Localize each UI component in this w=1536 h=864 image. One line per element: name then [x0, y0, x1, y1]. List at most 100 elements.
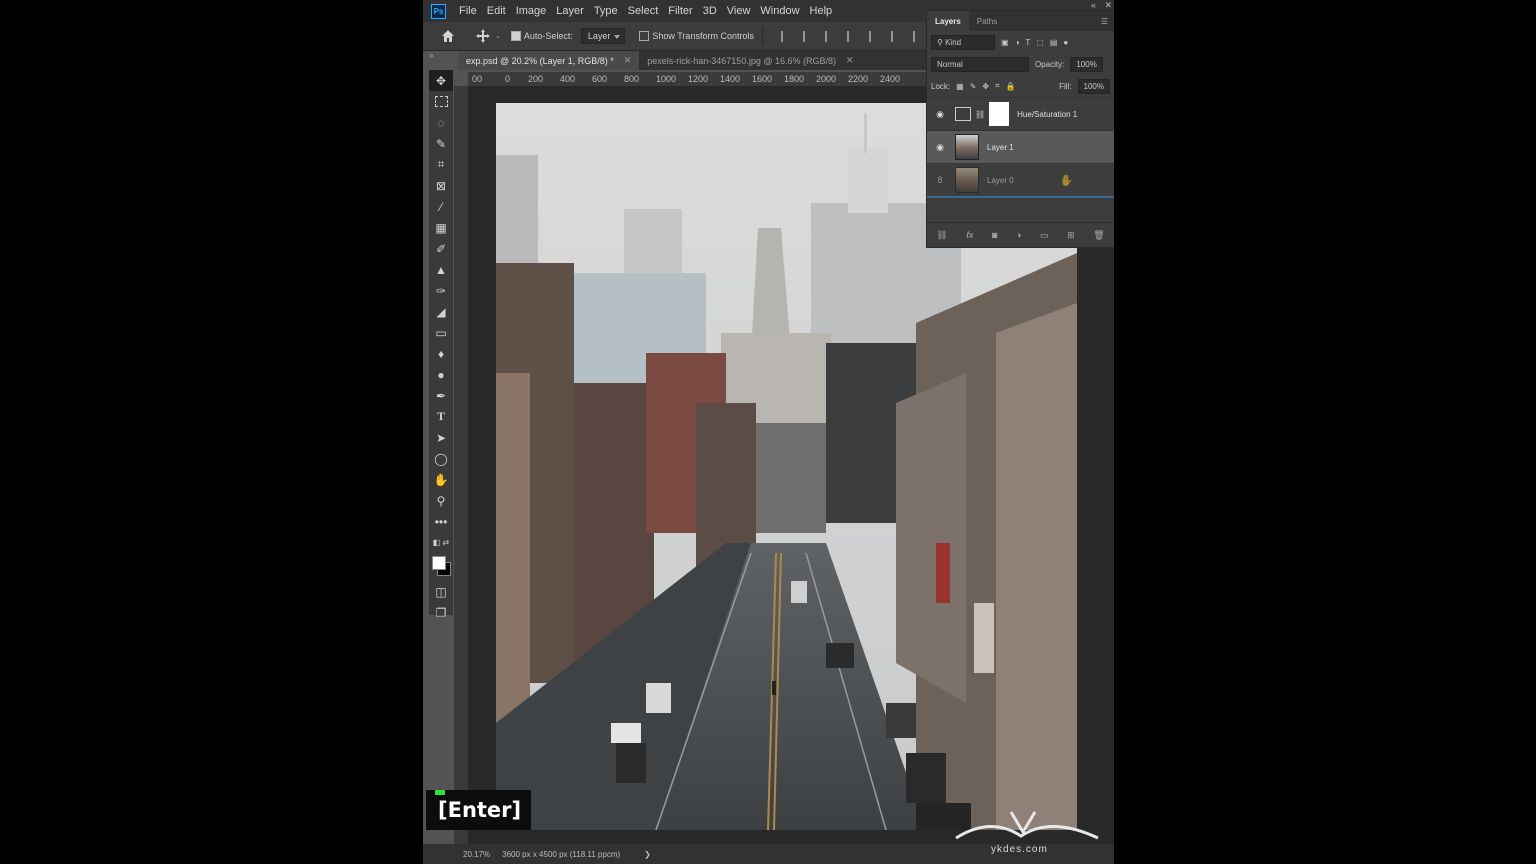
layer-row-layer-0[interactable]: 8 Layer 0 ✋	[927, 163, 1114, 198]
show-transform-controls-checkbox[interactable]	[639, 31, 650, 41]
menu-select[interactable]: Select	[623, 5, 664, 17]
close-icon[interactable]: ✕	[1105, 0, 1113, 10]
ellipse-tool-icon[interactable]: ◯	[429, 448, 453, 469]
align-center-icon[interactable]	[802, 30, 816, 42]
new-layer-icon[interactable]: ⊞	[1067, 230, 1075, 241]
hand-tool-icon[interactable]: ✋	[429, 469, 453, 490]
filter-type-icon[interactable]: T	[1025, 38, 1030, 47]
align-right-icon[interactable]	[824, 30, 838, 42]
color-swatches[interactable]	[429, 553, 453, 581]
frame-tool-icon[interactable]: ⊠	[429, 175, 453, 196]
lock-pixels-icon[interactable]: ✎	[970, 82, 977, 91]
quick-mask-icon[interactable]: ◫	[429, 581, 453, 602]
menu-window[interactable]: Window	[755, 5, 804, 17]
filter-kind-dropdown[interactable]: ⚲ Kind	[931, 34, 995, 50]
menu-type[interactable]: Type	[589, 5, 623, 17]
move-tool-icon[interactable]: ✥	[429, 70, 453, 91]
lock-transparent-icon[interactable]: ▦	[956, 82, 964, 91]
lasso-tool-icon[interactable]: ◌	[429, 112, 453, 133]
filter-toggle-icon[interactable]: ●	[1063, 38, 1068, 47]
zoom-level[interactable]: 20.17%	[463, 850, 490, 859]
tab-pexels-jpg[interactable]: pexels-rick-han-3467150.jpg @ 16.6% (RGB…	[639, 51, 861, 70]
menu-file[interactable]: File	[454, 5, 482, 17]
collapse-panel-icon[interactable]: «	[1091, 0, 1096, 10]
dodge-tool-icon[interactable]: ●	[429, 364, 453, 385]
brush-tool-icon[interactable]: ✐	[429, 238, 453, 259]
expand-toolbar-icon[interactable]: »	[429, 51, 433, 60]
lock-position-icon[interactable]: ✥	[982, 82, 989, 91]
distribute-icon[interactable]	[846, 30, 860, 42]
tab-paths[interactable]: Paths	[969, 11, 1005, 31]
lock-artboard-icon[interactable]: ⌗	[995, 81, 1000, 91]
menu-image[interactable]: Image	[511, 5, 552, 17]
blur-tool-icon[interactable]: ♦	[429, 343, 453, 364]
new-adjustment-icon[interactable]: ◑	[1016, 230, 1021, 240]
link-icon[interactable]: ⛓	[975, 110, 985, 119]
pen-tool-icon[interactable]: ✒	[429, 385, 453, 406]
eyedropper-tool-icon[interactable]: ⁄	[429, 196, 453, 217]
screen-mode-icon[interactable]: ❐	[429, 602, 453, 623]
new-group-icon[interactable]: ▭	[1040, 230, 1049, 241]
link-layers-icon[interactable]: ⛓	[936, 230, 947, 241]
visibility-eye-icon[interactable]: ◉	[933, 109, 947, 120]
menu-3d[interactable]: 3D	[698, 5, 722, 17]
home-icon[interactable]	[441, 29, 455, 43]
auto-select-target-dropdown[interactable]: Layer	[580, 28, 626, 44]
layer-row-layer-1[interactable]: ◉ Layer 1	[927, 130, 1114, 163]
filter-smart-object-icon[interactable]: ▤	[1050, 38, 1058, 47]
visibility-hidden-icon[interactable]: 8	[933, 175, 947, 185]
layer-name[interactable]: Hue/Saturation 1	[1017, 110, 1077, 119]
lock-all-icon[interactable]: 🔒	[1006, 82, 1016, 91]
menu-layer[interactable]: Layer	[551, 5, 589, 17]
menu-help[interactable]: Help	[805, 5, 838, 17]
chevron-down-icon[interactable]: ⌄	[495, 32, 501, 40]
chevron-right-icon[interactable]: ❯	[644, 850, 651, 859]
tab-layers[interactable]: Layers	[927, 11, 969, 31]
history-brush-tool-icon[interactable]: ✑	[429, 280, 453, 301]
align-top-icon[interactable]	[868, 30, 882, 42]
layer-row-hue-saturation[interactable]: ◉ ⛓ Hue/Saturation 1	[927, 97, 1114, 130]
layer-mask-thumbnail[interactable]	[989, 102, 1010, 126]
clone-stamp-tool-icon[interactable]: ▲	[429, 259, 453, 280]
move-tool-preset-icon[interactable]	[475, 28, 491, 44]
close-icon[interactable]: ✕	[624, 55, 632, 66]
zoom-tool-icon[interactable]: ⚲	[429, 490, 453, 511]
gradient-tool-icon[interactable]: ▭	[429, 322, 453, 343]
tab-label: exp.psd @ 20.2% (Layer 1, RGB/8) *	[466, 55, 614, 66]
quick-select-tool-icon[interactable]: ✎	[429, 133, 453, 154]
panel-menu-icon[interactable]: ☰	[1101, 17, 1108, 26]
eraser-tool-icon[interactable]: ◢	[429, 301, 453, 322]
crop-tool-icon[interactable]: ⌗	[429, 154, 453, 175]
align-left-icon[interactable]	[780, 30, 794, 42]
more-tools-icon[interactable]: •••	[429, 511, 453, 532]
blend-mode-dropdown[interactable]: Normal	[931, 56, 1029, 72]
close-icon[interactable]: ✕	[846, 55, 854, 66]
healing-brush-tool-icon[interactable]: ▦	[429, 217, 453, 238]
watermark-text: ykdes.com	[991, 844, 1048, 855]
layer-name[interactable]: Layer 1	[987, 143, 1014, 152]
align-middle-icon[interactable]	[890, 30, 904, 42]
menu-view[interactable]: View	[722, 5, 756, 17]
fx-icon[interactable]: fx	[966, 230, 973, 240]
filter-shape-icon[interactable]: ⬚	[1036, 38, 1044, 47]
marquee-tool-icon[interactable]	[429, 91, 453, 112]
menu-filter[interactable]: Filter	[663, 5, 697, 17]
search-icon: ⚲	[937, 37, 946, 47]
opacity-input[interactable]: 100%	[1070, 56, 1103, 72]
trash-icon[interactable]: 🗑	[1093, 230, 1104, 241]
type-tool-icon[interactable]: T	[429, 406, 453, 427]
layer-name[interactable]: Layer 0	[987, 176, 1014, 185]
auto-select-checkbox[interactable]	[510, 31, 521, 41]
ruler-tick: 1800	[784, 74, 805, 84]
align-bottom-icon[interactable]	[912, 30, 926, 42]
filter-kind-label: Kind	[945, 37, 962, 47]
default-colors-icon[interactable]: ◧ ⇄	[429, 532, 453, 553]
menu-edit[interactable]: Edit	[482, 5, 511, 17]
add-mask-icon[interactable]: ◙	[992, 230, 997, 240]
fill-input[interactable]: 100%	[1077, 78, 1110, 94]
path-selection-tool-icon[interactable]: ➤	[429, 427, 453, 448]
filter-adjustment-icon[interactable]: ◑	[1015, 38, 1020, 47]
filter-pixel-icon[interactable]: ▣	[1001, 38, 1009, 47]
visibility-eye-icon[interactable]: ◉	[933, 142, 947, 153]
tab-exp-psd[interactable]: exp.psd @ 20.2% (Layer 1, RGB/8) * ✕	[458, 51, 640, 70]
